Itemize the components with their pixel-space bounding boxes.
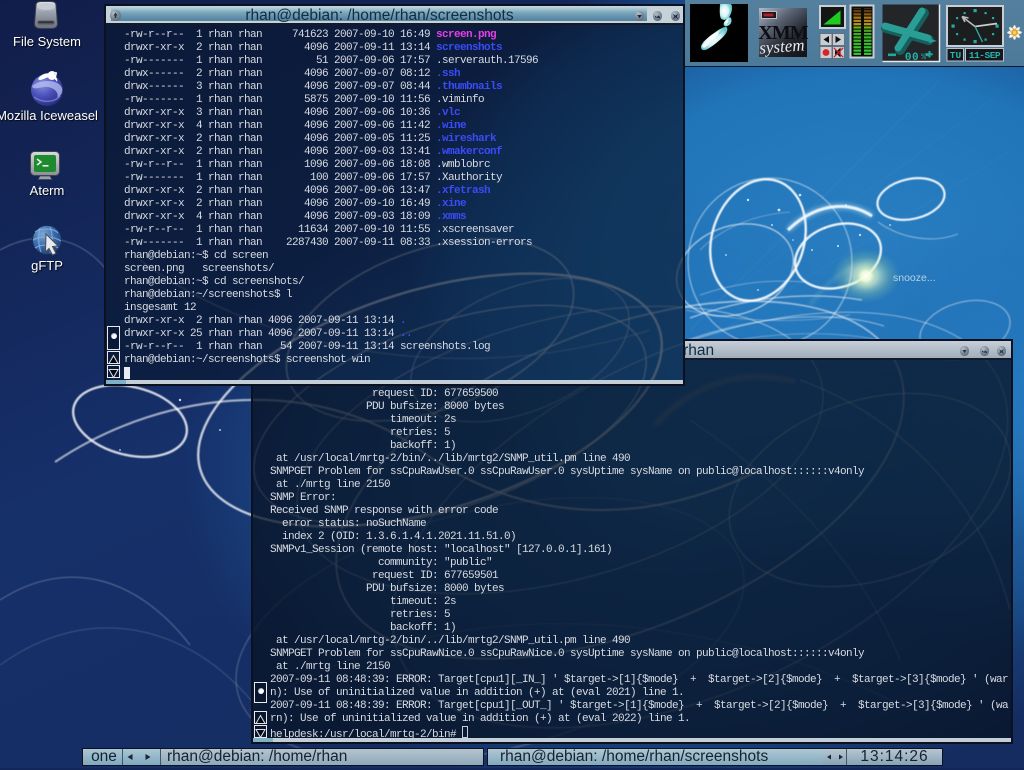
svg-text:00: 00 — [905, 52, 919, 64]
svg-text:system: system — [759, 35, 806, 57]
svg-text:%: % — [921, 53, 926, 62]
svg-text:TU: TU — [950, 50, 962, 61]
svg-text:11-SEP: 11-SEP — [969, 50, 1001, 61]
